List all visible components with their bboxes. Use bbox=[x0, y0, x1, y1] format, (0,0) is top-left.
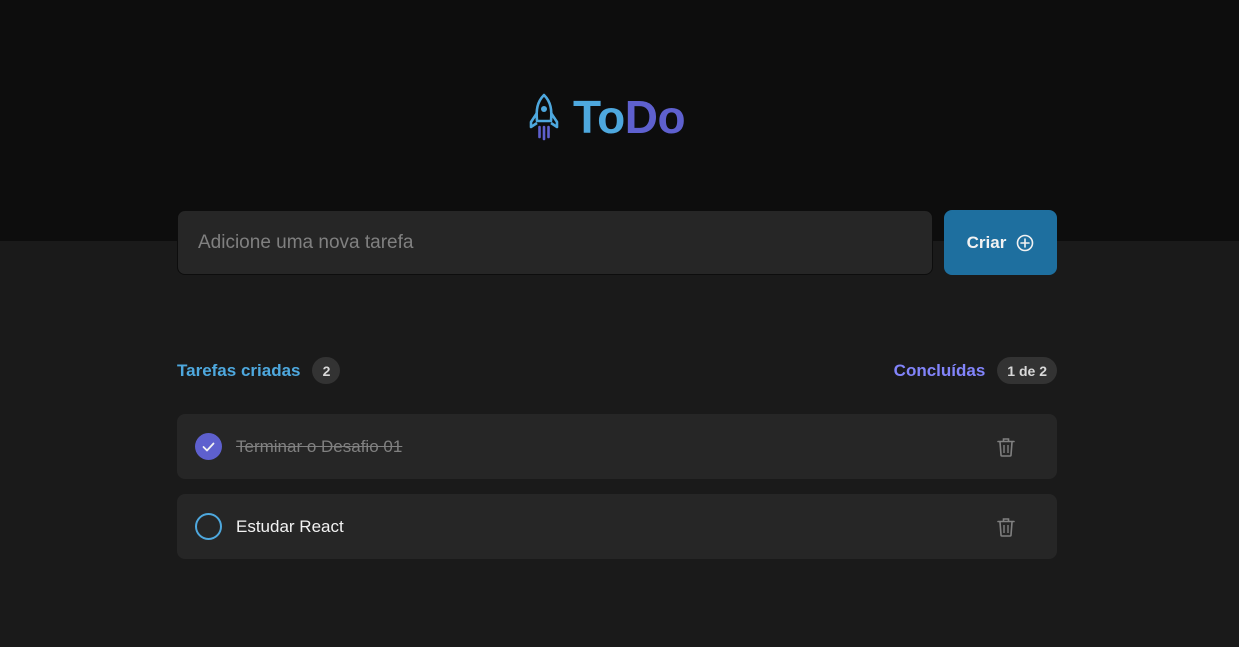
logo-text-to: To bbox=[573, 91, 625, 143]
task-checkbox[interactable] bbox=[195, 513, 222, 540]
task-checkbox[interactable] bbox=[195, 433, 222, 460]
created-counter: Tarefas criadas 2 bbox=[177, 357, 341, 384]
task-list: Terminar o Desafio 01 Estudar React bbox=[177, 414, 1057, 574]
task-item: Terminar o Desafio 01 bbox=[177, 414, 1057, 479]
new-task-form: Criar bbox=[177, 210, 1057, 275]
logo: ToDo bbox=[528, 91, 686, 143]
header: ToDo bbox=[0, 0, 1239, 241]
plus-circle-icon bbox=[1016, 234, 1034, 252]
task-text: Estudar React bbox=[236, 516, 344, 536]
rocket-icon bbox=[528, 93, 560, 141]
app-title: ToDo bbox=[573, 91, 686, 143]
task-item: Estudar React bbox=[177, 494, 1057, 559]
done-counter: Concluídas 1 de 2 bbox=[894, 357, 1057, 384]
task-text: Terminar o Desafio 01 bbox=[236, 436, 403, 456]
check-icon bbox=[202, 442, 215, 451]
new-task-input[interactable] bbox=[177, 210, 933, 275]
trash-icon[interactable] bbox=[994, 435, 1018, 459]
done-label: Concluídas bbox=[893, 360, 986, 380]
logo-text-do: Do bbox=[624, 91, 686, 143]
created-count-badge: 2 bbox=[312, 357, 341, 384]
created-label: Tarefas criadas bbox=[177, 360, 301, 380]
create-button[interactable]: Criar bbox=[944, 210, 1057, 275]
done-count-badge: 1 de 2 bbox=[997, 357, 1057, 384]
trash-icon[interactable] bbox=[994, 515, 1018, 539]
task-summary: Tarefas criadas 2 Concluídas 1 de 2 bbox=[177, 357, 1057, 384]
create-button-label: Criar bbox=[966, 232, 1007, 252]
